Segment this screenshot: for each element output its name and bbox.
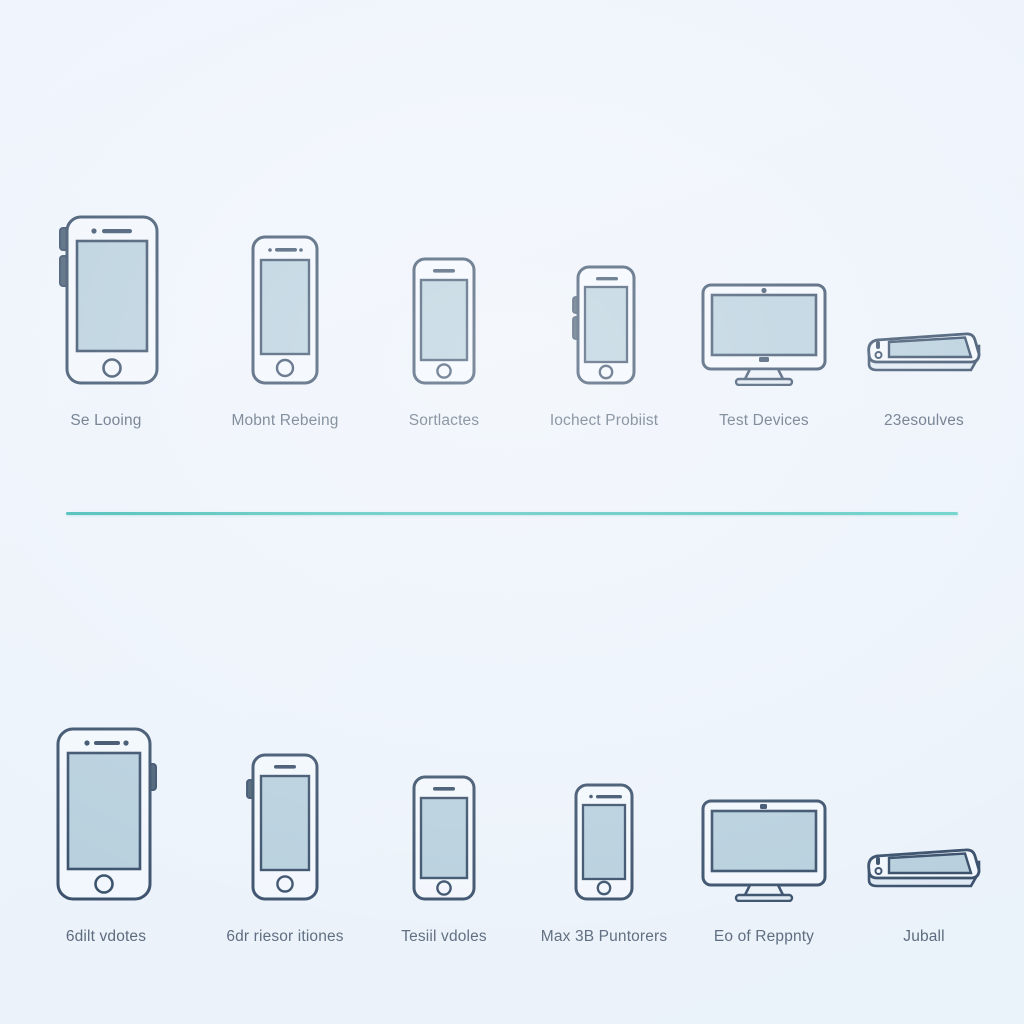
section-divider [66,512,958,515]
device-cell[interactable]: Max 3B Puntorers [524,712,684,946]
device-label: Tesiil vdoles [401,928,487,945]
device-label: Max 3B Puntorers [540,928,668,945]
smartphone-icon [242,196,328,386]
tablet-landscape-icon [861,196,987,386]
device-cell[interactable]: Iochect Probiist [524,196,684,430]
smartphone-icon [52,196,160,386]
smartphone-icon [565,196,643,386]
device-cell[interactable]: Eo of Reppnty [684,712,844,946]
device-cell[interactable]: 6dilt vdotes [6,712,206,946]
device-row-bottom: 6dilt vdotes 6dr riesor itiones Tesiil v… [0,712,1024,946]
device-label: Mobnt Rebeing [231,412,339,429]
smartphone-icon [566,712,642,902]
device-cell[interactable]: Test Devices [684,196,844,430]
device-lineup-illustration: Se Looing Mobnt Rebeing Sortlactes Ioche… [0,0,1024,1024]
smartphone-icon [404,196,484,386]
device-label: Iochect Probiist [549,412,659,429]
device-cell[interactable]: Sortlactes [364,196,524,430]
desktop-monitor-icon [700,196,828,386]
device-cell[interactable]: Mobnt Rebeing [206,196,364,430]
device-cell[interactable]: 23esoulves [844,196,1004,430]
device-cell[interactable]: 6dr riesor itiones [206,712,364,946]
device-label: Test Devices [719,412,809,429]
device-label: 23esoulves [884,412,964,429]
device-row-top: Se Looing Mobnt Rebeing Sortlactes Ioche… [0,196,1024,430]
device-label: 6dr riesor itiones [226,928,344,945]
device-label: Sortlactes [408,412,480,429]
device-label: 6dilt vdotes [65,928,147,945]
smartphone-icon [241,712,329,902]
smartphone-icon [50,712,162,902]
device-cell[interactable]: Juball [844,712,1004,946]
device-label: Juball [903,928,945,945]
device-label: Se Looing [70,412,142,429]
tablet-landscape-icon [861,712,987,902]
device-cell[interactable]: Tesiil vdoles [364,712,524,946]
desktop-monitor-icon [700,712,828,902]
device-cell[interactable]: Se Looing [6,196,206,430]
device-label: Eo of Reppnty [713,928,815,945]
smartphone-icon [404,712,484,902]
